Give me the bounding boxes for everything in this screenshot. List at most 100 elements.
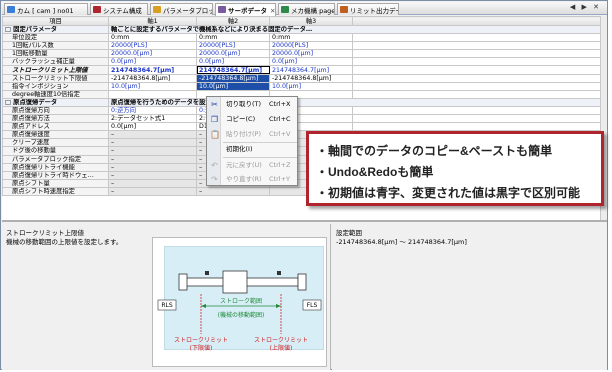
parameter-value-cell[interactable]: –	[108, 130, 197, 140]
parameter-value-cell[interactable]: –	[196, 186, 270, 196]
menu-item-label: やり直す(R)	[226, 175, 262, 183]
parameter-value-cell[interactable]: –	[108, 154, 197, 164]
parameter-value-cell[interactable]: 214748364.7[μm]	[196, 65, 270, 75]
parameter-name: 指令インポジション	[2, 81, 109, 91]
parameter-value-cell[interactable]: 0.0[μm]	[196, 57, 270, 67]
tab-3[interactable]: サーボデータ ✕	[215, 3, 276, 16]
menu-item-label: 元に戻す(U)	[226, 161, 262, 169]
context-menu-item[interactable]: 📋 貼り付け(P) Ctrl+V	[207, 128, 299, 141]
parameter-value-cell[interactable]: 214748364.7[μm]	[269, 65, 353, 75]
parameter-value-cell[interactable]: -214748364.8[μm]	[108, 73, 197, 83]
parameter-name: 原点シフト量	[2, 178, 109, 188]
row-filler	[352, 41, 601, 51]
tab-close-icon[interactable]: ✕	[270, 7, 275, 15]
grid-header-filler	[352, 16, 601, 26]
context-menu-item[interactable]: ✂ 切り取り(T) Ctrl+X	[207, 98, 299, 111]
parameter-value-cell[interactable]: 0:逆方向	[108, 105, 197, 116]
parameter-value-cell[interactable]: 10.0[μm]	[269, 81, 353, 91]
tab-label: リミット出力データ	[350, 7, 398, 15]
parameter-value-cell[interactable]: 0.0[μm]	[269, 57, 353, 67]
parameter-value-cell[interactable]: –	[108, 186, 197, 196]
callout-line-color: ・初期値は青字、変更された値は黒字で区別可能	[316, 186, 581, 200]
parameter-value-cell[interactable]: 0:mm	[196, 33, 270, 43]
table-row: □ 固定パラメータ 軸ごとに設定するパラメータで機械系などにより決まる固定のデータ…	[2, 24, 601, 35]
context-menu-item[interactable]: ↶ 元に戻す(U) Ctrl+Z	[207, 159, 299, 172]
parameter-value-cell[interactable]: 0:mm	[269, 33, 353, 43]
parameter-value-cell[interactable]: 20000.0[μm]	[108, 49, 197, 59]
parameter-value-cell[interactable]: 0.0[μm]	[108, 122, 197, 132]
row-filler	[352, 122, 601, 132]
row-filler	[352, 33, 601, 43]
parameter-value-cell[interactable]	[108, 89, 197, 99]
tab-4[interactable]: メカ機構 page01	[278, 3, 335, 15]
parameter-value-cell[interactable]: –	[108, 146, 197, 156]
parameter-value-cell[interactable]: 10.0[μm]	[108, 81, 197, 91]
tab-icon	[340, 6, 348, 13]
table-row: 原点アドレス0.0[μm]D1612(D)…	[2, 122, 601, 132]
parameter-name: 原点シフト時速度指定	[2, 186, 109, 196]
row-filler	[352, 114, 601, 124]
parameter-name: ドグ後の移動量	[2, 146, 109, 156]
parameter-value-cell[interactable]: 10.0[μm]	[196, 81, 270, 91]
parameter-value-cell[interactable]: -214748364.8[μm]	[196, 73, 270, 83]
table-row: ストロークリミット上限値 214748364.7[μm] 214748364.7[μ…	[2, 65, 601, 75]
parameter-name: 原点復帰リトライ時ドウェ…	[2, 170, 109, 180]
row-filler	[352, 57, 601, 67]
parameter-value-cell[interactable]: 20000[PLS]	[269, 41, 353, 51]
menu-item-shortcut: Ctrl+C	[269, 115, 291, 123]
setting-range-value: -214748364.8[μm] ～ 214748364.7[μm]	[336, 238, 467, 246]
callout-line-undo: ・Undo&Redoも簡単	[316, 165, 434, 179]
undo-icon: ↶	[211, 161, 218, 170]
parameter-name: クリープ速度	[2, 138, 109, 148]
diagram-range-arrow-right	[276, 304, 281, 308]
parameter-value-cell[interactable]: 214748364.7[μm]	[108, 65, 197, 75]
tab-icon	[153, 6, 161, 13]
tab-label: サーボデータ	[228, 7, 267, 15]
parameter-name: パラメータブロック指定	[2, 154, 109, 164]
tab-nav-arrows[interactable]: ◀ ▶ ✕	[570, 3, 601, 11]
parameter-name: 原点復帰方法	[2, 114, 109, 124]
tab-icon	[93, 6, 101, 13]
parameter-value-cell[interactable]: 0:mm	[108, 33, 197, 43]
menu-item-label: 初期化(I)	[226, 145, 253, 153]
row-filler	[352, 49, 601, 59]
table-row: 単位設定 0:mm 0:mm 0:mm	[2, 33, 601, 43]
menu-item-shortcut: Ctrl+Y	[269, 175, 290, 183]
feature-callout: ・軸間でのデータのコピー&ペーストも簡単 ・Undo&Redoも簡単 ・初期値は…	[306, 131, 604, 206]
parameter-value-cell[interactable]: –	[108, 170, 197, 180]
tab-bar: ◀ ▶ ✕ カム [ cam ] no01システム構成パラメータブロックサーボデ…	[2, 2, 607, 16]
parameter-value-cell[interactable]: –	[108, 178, 197, 188]
diagram-rail-right-end	[297, 273, 307, 291]
group-title[interactable]: □ 原点復帰データ	[2, 97, 109, 107]
group-title[interactable]: □ 固定パラメータ	[2, 24, 109, 35]
parameter-value-cell[interactable]: -214748364.8[μm]	[269, 73, 353, 83]
diagram-rail-left-end	[178, 273, 188, 291]
parameter-value-cell[interactable]: –	[108, 162, 197, 172]
tab-5[interactable]: リミット出力データ	[337, 3, 399, 15]
parameter-value-cell[interactable]: 20000.0[μm]	[196, 49, 270, 59]
group-description: 原点復帰を行うためのデータを設定…	[108, 97, 601, 107]
parameter-value-cell[interactable]: –	[108, 138, 197, 148]
tab-icon	[218, 6, 226, 13]
tab-icon	[7, 6, 15, 13]
menu-item-label: コピー(C)	[226, 115, 256, 123]
context-menu-item[interactable]: ❐ コピー(C) Ctrl+C	[207, 113, 299, 126]
tab-1[interactable]: システム構成	[90, 3, 148, 15]
tab-2[interactable]: パラメータブロック	[150, 3, 213, 15]
group-description: 軸ごとに設定するパラメータで機械系などにより決まる固定のデータ…	[108, 24, 601, 35]
row-filler	[352, 73, 601, 83]
context-menu-item[interactable]: 初期化(I)	[207, 143, 299, 156]
context-menu-item[interactable]: ↷ やり直す(R) Ctrl+Y	[207, 173, 299, 186]
parameter-value-cell[interactable]: 2:データセット式1	[108, 114, 197, 124]
diagram-range-sub: (機械の移動範囲)	[217, 312, 265, 319]
parameter-value-cell[interactable]: 0.0[μm]	[108, 57, 197, 67]
parameter-name: ストロークリミット上限値	[2, 65, 109, 75]
grid-header-cell: 軸1	[108, 16, 197, 26]
parameter-value-cell[interactable]: 20000.0[μm]	[269, 49, 353, 59]
tab-0[interactable]: カム [ cam ] no01	[4, 3, 88, 15]
parameter-name: 原点アドレス	[2, 122, 109, 132]
parameter-value-cell[interactable]: 20000[PLS]	[196, 41, 270, 51]
context-menu: ✂ 切り取り(T) Ctrl+X ❐ コピー(C) Ctrl+C 📋 貼り付け(P) Ctrl+…	[206, 96, 298, 186]
row-filler	[352, 89, 601, 99]
parameter-value-cell[interactable]: 20000[PLS]	[108, 41, 197, 51]
